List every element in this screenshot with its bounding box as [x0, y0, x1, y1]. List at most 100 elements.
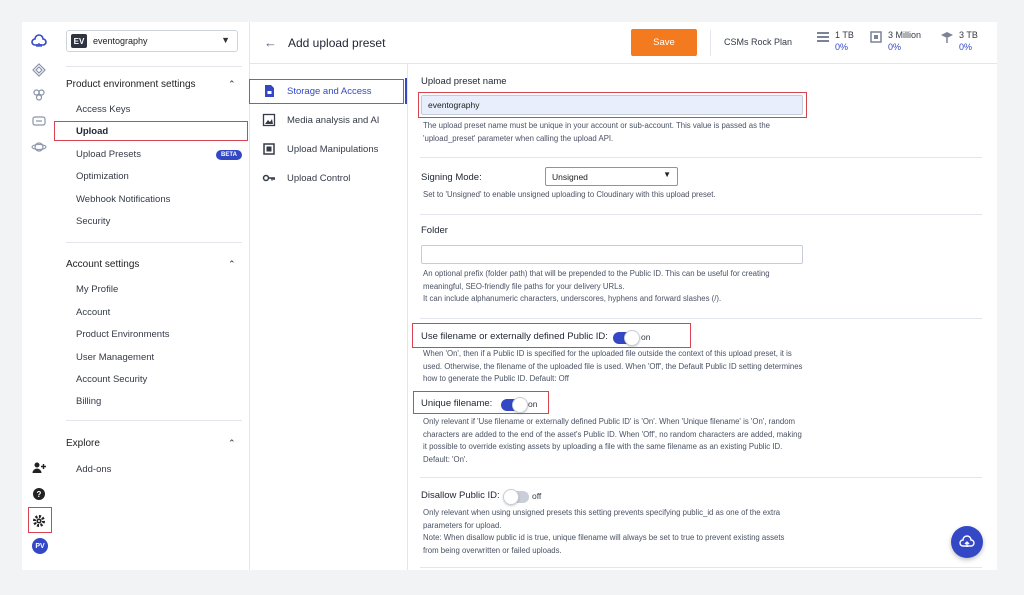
unique-filename-help: Only relevant if 'Use filename or extern…: [423, 416, 802, 466]
active-tab-highlight: [249, 79, 404, 104]
active-tab-indicator: [405, 78, 407, 104]
transformations-value: 3 Million: [888, 30, 922, 40]
help-line: parameters for upload.: [423, 520, 502, 530]
divider: [66, 420, 242, 421]
signing-mode-select[interactable]: Unsigned ▼: [545, 167, 678, 186]
disallow-public-id-state: off: [532, 491, 542, 501]
transformations-icon: [870, 31, 882, 43]
help-line: When 'On', then if a Public ID is specif…: [423, 349, 792, 358]
plan-name[interactable]: CSMs Rock Plan: [724, 37, 792, 47]
storage-icon: [817, 32, 829, 42]
help-line: Only relevant when using unsigned preset…: [423, 508, 781, 517]
assets-icon[interactable]: [30, 86, 48, 104]
storage-access-form: Upload preset name eventography The uplo…: [408, 64, 997, 570]
explore-heading[interactable]: Explore: [66, 438, 100, 449]
signing-mode-help: Set to 'Unsigned' to enable unsigned upl…: [423, 190, 716, 199]
sidebar-item-add-ons[interactable]: Add-ons: [76, 464, 111, 475]
media-library-icon[interactable]: [30, 61, 48, 79]
preset-name-help: The upload preset name must be unique in…: [423, 120, 770, 145]
key-icon: [262, 174, 275, 182]
page-header: ← Add upload preset Save CSMs Rock Plan …: [250, 22, 997, 64]
tab-upload-control[interactable]: Upload Control: [250, 167, 406, 189]
help-line: Default: 'On'.: [423, 454, 468, 464]
help-line: The upload preset name must be unique in…: [423, 121, 771, 130]
bandwidth-value: 3 TB: [959, 30, 978, 40]
sidebar-item-billing[interactable]: Billing: [76, 396, 101, 407]
preset-name-label: Upload preset name: [421, 76, 507, 87]
cloud-upload-icon: [959, 535, 975, 547]
environment-badge: EV: [71, 34, 87, 48]
folder-input[interactable]: [421, 245, 803, 264]
section-divider: [420, 214, 982, 215]
tab-label: Media analysis and AI: [287, 114, 380, 126]
tab-label: Upload Manipulations: [287, 143, 379, 155]
environment-selector[interactable]: EV eventography ▼: [66, 30, 238, 52]
signing-mode-label: Signing Mode:: [421, 172, 482, 183]
tab-media-analysis[interactable]: Media analysis and AI: [250, 109, 406, 131]
upload-highlight: [54, 121, 248, 141]
section-divider: [420, 567, 982, 568]
tab-upload-manipulations[interactable]: Upload Manipulations: [250, 138, 406, 160]
disallow-public-id-toggle[interactable]: [503, 489, 529, 505]
section-divider: [420, 477, 982, 478]
product-settings-heading[interactable]: Product environment settings: [66, 79, 196, 90]
upload-cloud-button[interactable]: [951, 526, 983, 558]
disallow-public-id-label: Disallow Public ID:: [421, 490, 500, 501]
use-filename-highlight: [412, 323, 691, 348]
sidebar-item-my-profile[interactable]: My Profile: [76, 284, 118, 295]
help-line: 'upload_preset' parameter when calling t…: [423, 133, 614, 143]
sidebar-item-security[interactable]: Security: [76, 216, 110, 227]
divider: [66, 242, 242, 243]
beta-badge: BETA: [216, 150, 242, 160]
transformations-percent: 0%: [888, 42, 902, 52]
settings-highlight: [28, 507, 52, 533]
video-icon[interactable]: [30, 112, 48, 130]
help-line: It can include alphanumeric characters, …: [423, 294, 722, 303]
help-line: characters are added to the end of the a…: [423, 429, 802, 439]
help-line: from being overwritten or failed uploads…: [423, 545, 562, 555]
environment-name: eventography: [93, 36, 148, 46]
chevron-down-icon: ▼: [663, 170, 671, 179]
planet-icon[interactable]: [30, 138, 48, 156]
chevron-up-icon[interactable]: ⌃: [228, 79, 236, 90]
save-button[interactable]: Save: [631, 29, 697, 56]
sidebar-item-product-environments[interactable]: Product Environments: [76, 329, 169, 340]
help-icon[interactable]: ?: [30, 485, 48, 503]
disallow-public-id-help: Only relevant when using unsigned preset…: [423, 507, 784, 557]
svg-text:?: ?: [37, 490, 42, 499]
tab-label: Upload Control: [287, 172, 351, 184]
help-line: An optional prefix (folder path) that wi…: [423, 269, 770, 278]
account-settings-heading[interactable]: Account settings: [66, 259, 139, 270]
sidebar-item-account[interactable]: Account: [76, 307, 110, 318]
help-line: meaningful, SEO-friendly file paths for …: [423, 281, 625, 291]
sidebar-item-access-keys[interactable]: Access Keys: [76, 104, 130, 115]
folder-help: An optional prefix (folder path) that wi…: [423, 268, 770, 306]
section-divider: [420, 318, 982, 319]
help-line: how to generate the Public ID. Default: …: [423, 374, 569, 383]
sidebar-item-account-security[interactable]: Account Security: [76, 374, 147, 385]
preset-name-highlight: [418, 92, 807, 118]
help-line: Only relevant if 'Use filename or extern…: [423, 417, 796, 426]
sidebar-item-upload-presets[interactable]: Upload Presets: [76, 149, 141, 160]
sidebar-item-webhooks[interactable]: Webhook Notifications: [76, 194, 170, 205]
add-user-icon[interactable]: [30, 459, 48, 477]
chevron-down-icon: ▼: [221, 35, 230, 45]
sidebar-item-user-management[interactable]: User Management: [76, 352, 154, 363]
sidebar-item-optimization[interactable]: Optimization: [76, 171, 129, 182]
storage-value: 1 TB: [835, 30, 854, 40]
back-arrow-icon[interactable]: ←: [264, 35, 277, 50]
cloudinary-logo-icon[interactable]: [30, 33, 48, 51]
help-line: Note: When disallow public id is true, u…: [423, 533, 785, 542]
user-avatar[interactable]: PV: [32, 538, 48, 554]
bandwidth-quota[interactable]: 3 TB 0%: [940, 30, 978, 53]
chevron-up-icon[interactable]: ⌃: [228, 259, 236, 270]
folder-label: Folder: [421, 225, 448, 236]
icon-rail: ?: [22, 22, 56, 570]
transformations-quota[interactable]: 3 Million 0%: [869, 30, 921, 53]
help-line: used. Otherwise, the filename of the upl…: [423, 361, 803, 371]
chevron-up-icon[interactable]: ⌃: [228, 438, 236, 449]
image-analysis-icon: [262, 113, 276, 127]
section-divider: [420, 157, 982, 158]
storage-quota[interactable]: 1 TB 0%: [816, 30, 854, 53]
page-title: Add upload preset: [288, 36, 386, 50]
